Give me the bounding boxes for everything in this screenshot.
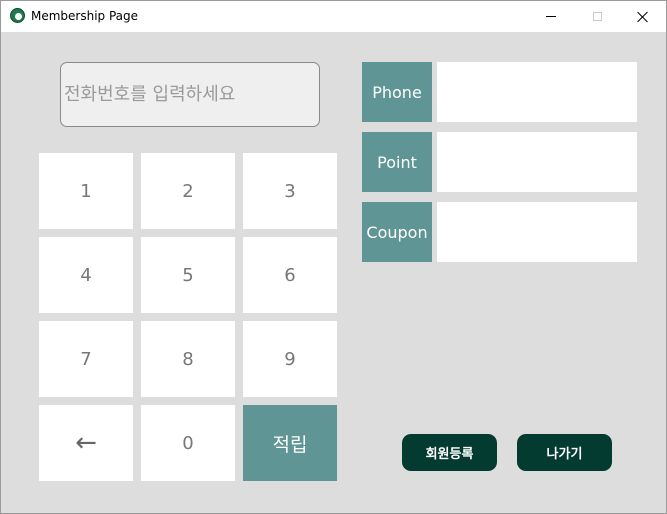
keypad-key-2[interactable]: 2 (141, 153, 235, 229)
close-icon (637, 11, 649, 23)
window-title: Membership Page (31, 9, 139, 23)
minimize-button[interactable] (528, 1, 574, 32)
maximize-icon (592, 12, 602, 21)
earn-points-button[interactable]: 적립 (243, 405, 337, 481)
membership-window: Membership Page 1 2 3 4 5 6 7 8 9 ← 0 적립… (0, 0, 667, 514)
keypad-key-5[interactable]: 5 (141, 237, 235, 313)
phone-number-input[interactable] (60, 62, 320, 127)
keypad-key-1[interactable]: 1 (39, 153, 133, 229)
exit-button[interactable]: 나가기 (517, 434, 612, 471)
keypad-key-7[interactable]: 7 (39, 321, 133, 397)
keypad-key-6[interactable]: 6 (243, 237, 337, 313)
keypad-backspace-button[interactable]: ← (39, 405, 133, 481)
phone-label: Phone (362, 62, 432, 122)
keypad-key-0[interactable]: 0 (141, 405, 235, 481)
starbucks-logo-icon (10, 8, 25, 23)
maximize-button[interactable] (574, 1, 620, 32)
coupon-value-field (437, 202, 637, 262)
close-button[interactable] (620, 1, 666, 32)
phone-value-field (437, 62, 637, 122)
point-label: Point (362, 132, 432, 192)
register-member-button[interactable]: 회원등록 (402, 434, 497, 471)
keypad-key-3[interactable]: 3 (243, 153, 337, 229)
coupon-label: Coupon (362, 202, 432, 262)
point-value-field (437, 132, 637, 192)
minimize-icon (546, 16, 556, 17)
title-bar[interactable]: Membership Page (1, 1, 666, 32)
keypad-key-4[interactable]: 4 (39, 237, 133, 313)
keypad-key-9[interactable]: 9 (243, 321, 337, 397)
keypad-key-8[interactable]: 8 (141, 321, 235, 397)
